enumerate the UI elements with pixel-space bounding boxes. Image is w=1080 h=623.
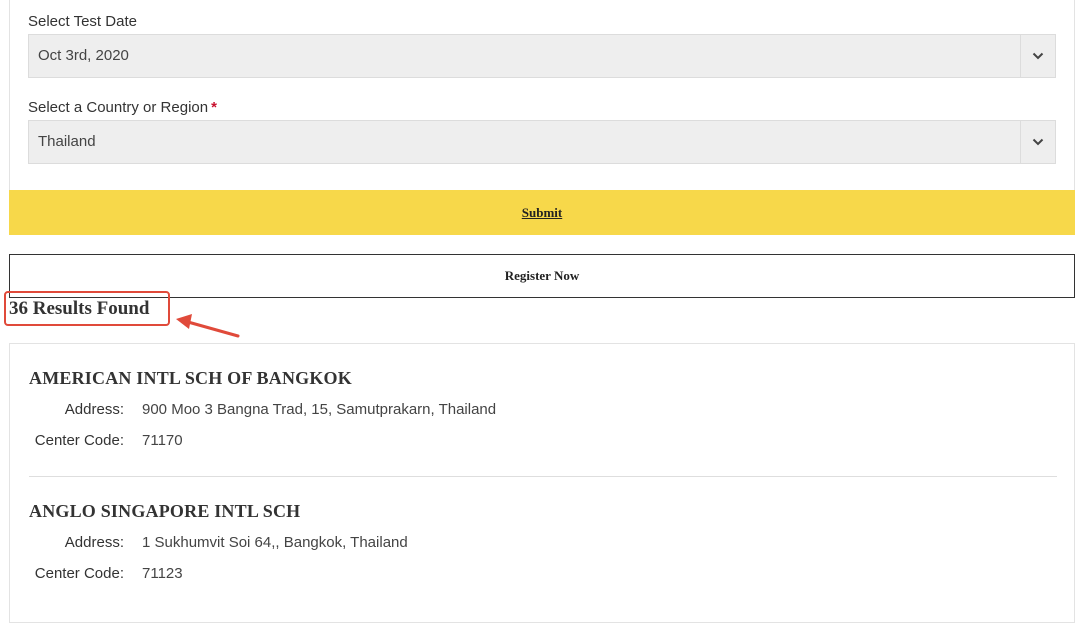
center-name: AMERICAN INTL SCH OF BANGKOK (29, 368, 352, 388)
chevron-down-icon[interactable] (1020, 35, 1055, 77)
country-label: Select a Country or Region * (28, 99, 217, 116)
required-marker: * (211, 99, 217, 116)
test-date-label: Select Test Date (28, 13, 137, 30)
list-item: ANGLO SINGAPORE INTL SCH Address: 1 Sukh… (29, 501, 1057, 582)
country-select[interactable]: Thailand (28, 120, 1056, 164)
divider (29, 476, 1057, 477)
center-code-label: Center Code: (34, 432, 124, 449)
results-list: AMERICAN INTL SCH OF BANGKOK Address: 90… (9, 343, 1075, 623)
address-value: 1 Sukhumvit Soi 64,, Bangkok, Thailand (142, 534, 408, 551)
chevron-down-icon[interactable] (1020, 121, 1055, 163)
test-date-value: Oct 3rd, 2020 (38, 47, 129, 64)
address-value: 900 Moo 3 Bangna Trad, 15, Samutprakarn,… (142, 401, 497, 418)
list-item: AMERICAN INTL SCH OF BANGKOK Address: 90… (29, 368, 1057, 449)
arrow-icon (176, 314, 240, 338)
center-code-label: Center Code: (34, 565, 124, 582)
center-name: ANGLO SINGAPORE INTL SCH (29, 501, 301, 521)
test-date-select[interactable]: Oct 3rd, 2020 (28, 34, 1056, 78)
results-count: 36 Results Found (9, 298, 150, 319)
center-code-value: 71170 (142, 432, 183, 449)
address-label: Address: (64, 534, 124, 551)
center-code-value: 71123 (142, 565, 183, 582)
submit-button[interactable]: Submit (9, 190, 1075, 235)
address-label: Address: (64, 401, 124, 418)
country-value: Thailand (38, 133, 96, 150)
